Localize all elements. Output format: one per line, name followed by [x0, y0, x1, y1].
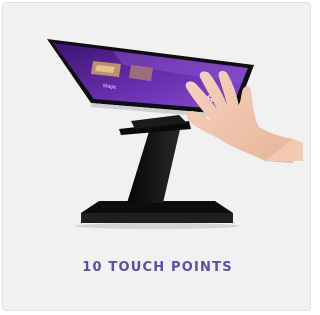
kiosk-pillar [119, 115, 191, 203]
product-card[interactable]: Magic DSW 10 TOUCH POINTS [2, 2, 311, 311]
kiosk-base [75, 201, 239, 229]
kiosk-image[interactable]: Magic DSW [3, 3, 311, 253]
feature-caption: 10 TOUCH POINTS [82, 260, 233, 275]
